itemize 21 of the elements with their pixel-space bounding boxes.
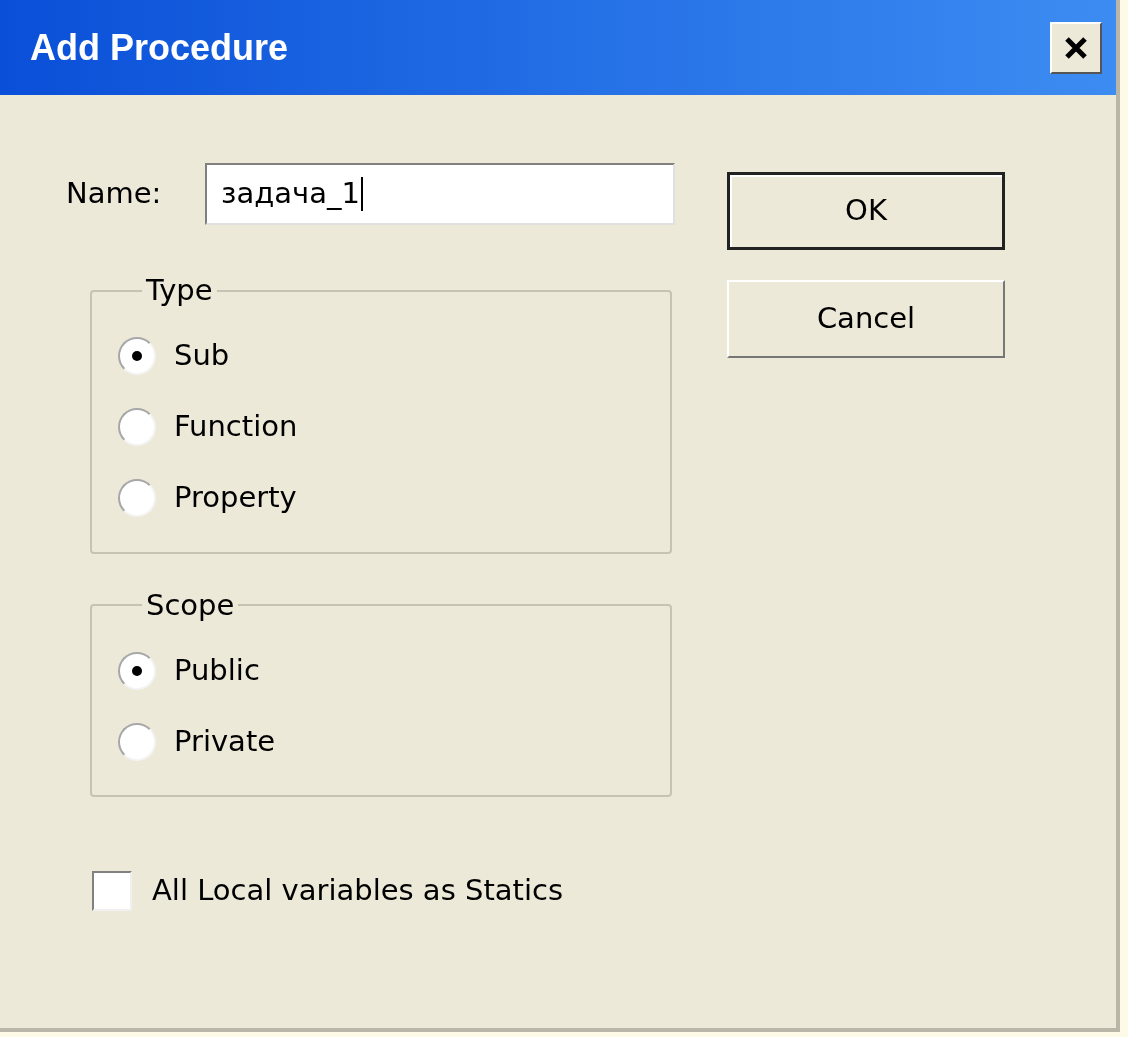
close-button[interactable] xyxy=(1050,21,1102,74)
radio-button[interactable] xyxy=(118,479,156,517)
radio-label: Private xyxy=(174,722,276,760)
radio-label: Function xyxy=(174,408,298,446)
group-title: Scope xyxy=(145,586,236,624)
name-label: Name: xyxy=(66,175,163,213)
name-input-field[interactable]: задача_1 xyxy=(205,163,675,225)
radio-button[interactable] xyxy=(118,722,156,761)
dialog-button[interactable]: OK xyxy=(727,172,1005,250)
window-title: Add Procedure xyxy=(30,25,289,70)
radio-label: Public xyxy=(174,651,260,689)
checkbox-label: All Local variables as Statics xyxy=(152,872,563,909)
group-title: Type xyxy=(145,272,214,309)
radio-button[interactable] xyxy=(118,337,156,375)
radio-label: Sub xyxy=(174,337,230,375)
dialog-button[interactable]: Cancel xyxy=(727,280,1005,358)
radio-button[interactable] xyxy=(118,651,156,690)
checkbox[interactable] xyxy=(92,870,132,911)
radio-button[interactable] xyxy=(118,408,156,446)
radio-label: Property xyxy=(174,479,297,517)
close-icon xyxy=(1064,35,1088,60)
